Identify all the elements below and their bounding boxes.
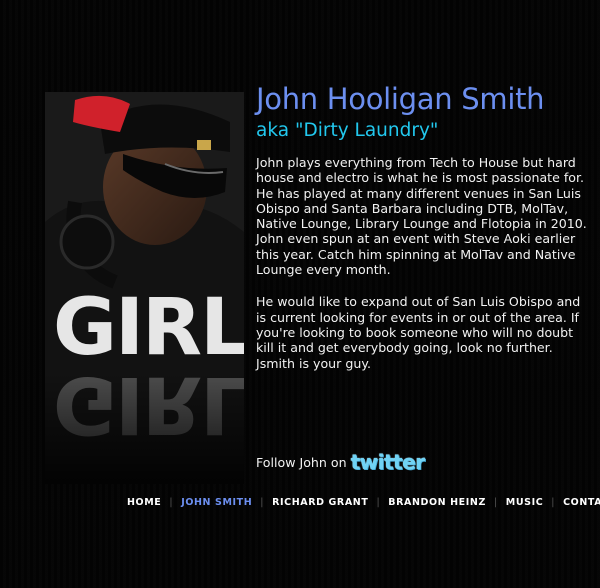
twitter-icon[interactable]: twitter — [351, 452, 425, 472]
bio-paragraph: John plays everything from Tech to House… — [256, 155, 587, 278]
nav-john-smith[interactable]: JOHN SMITH — [181, 497, 252, 508]
footer-nav: HOME | JOHN SMITH | RICHARD GRANT | BRAN… — [127, 497, 600, 508]
follow-label: Follow John on — [256, 454, 347, 470]
nav-separator: | — [493, 497, 498, 508]
bio-text: John plays everything from Tech to House… — [256, 155, 588, 388]
nav-home[interactable]: HOME — [127, 497, 161, 508]
bio-paragraph: He would like to expand out of San Luis … — [256, 294, 581, 371]
aka-subtitle: aka "Dirty Laundry" — [256, 120, 439, 141]
nav-music[interactable]: MUSIC — [506, 497, 544, 508]
nav-contact[interactable]: CONTACT — [563, 497, 600, 508]
nav-richard-grant[interactable]: RICHARD GRANT — [272, 497, 368, 508]
nav-separator: | — [551, 497, 556, 508]
nav-separator: | — [376, 497, 381, 508]
nav-brandon-heinz[interactable]: BRANDON HEINZ — [388, 497, 486, 508]
follow-twitter: Follow John on twitter — [256, 452, 425, 472]
page-title: John Hooligan Smith — [256, 82, 545, 116]
nav-separator: | — [260, 497, 265, 508]
dj-photo: GIRL GIRL — [45, 92, 244, 484]
nav-separator: | — [169, 497, 174, 508]
